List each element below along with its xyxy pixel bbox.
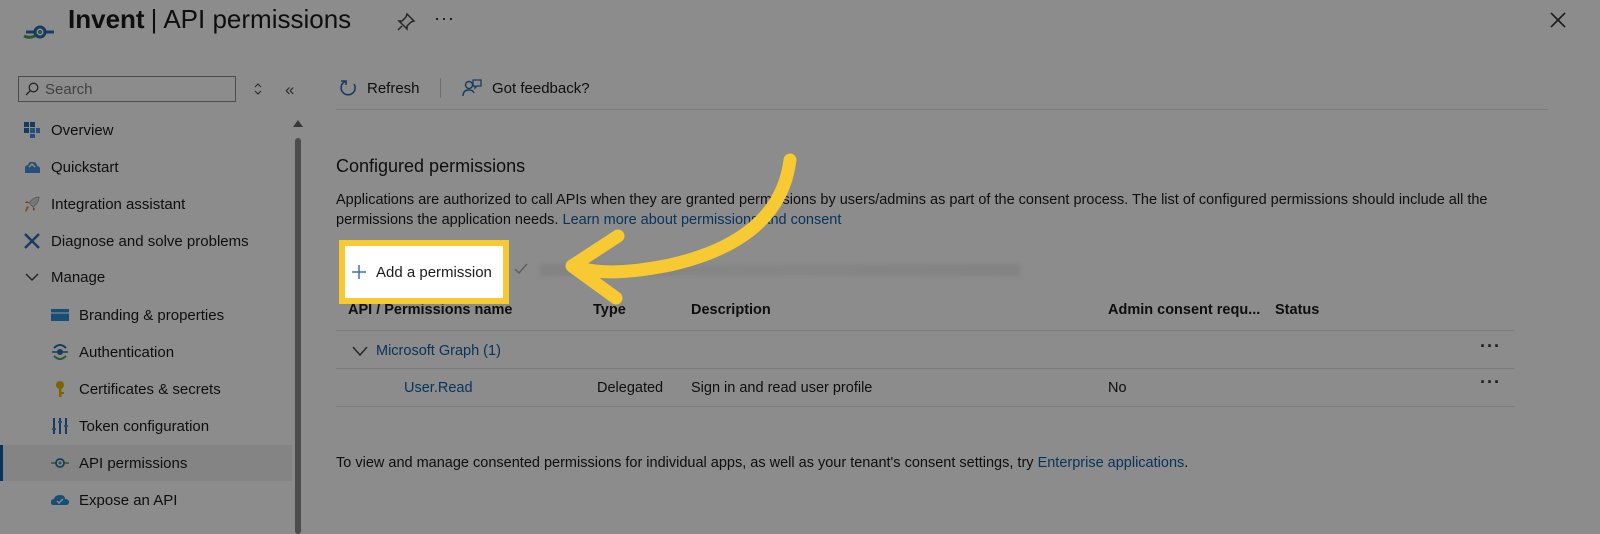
title-separator: | bbox=[150, 4, 158, 34]
feedback-label: Got feedback? bbox=[492, 79, 590, 97]
sidebar-item-token-configuration[interactable]: Token configuration bbox=[0, 408, 292, 444]
footer-text: To view and manage consented permissions… bbox=[336, 455, 1034, 471]
sidebar-item-label: Manage bbox=[51, 269, 106, 286]
learn-more-link[interactable]: Learn more about permissions and consent bbox=[563, 212, 842, 228]
sidebar-item-label: Quickstart bbox=[51, 159, 119, 176]
sidebar-item-expose-api[interactable]: Expose an API bbox=[0, 482, 292, 518]
sidebar-item-label: Diagnose and solve problems bbox=[51, 233, 249, 250]
plus-icon bbox=[352, 265, 366, 279]
sidebar-item-label: Integration assistant bbox=[51, 196, 186, 213]
sidebar-item-integration-assistant[interactable]: Integration assistant bbox=[0, 186, 292, 222]
sidebar-item-label: API permissions bbox=[79, 455, 188, 472]
enterprise-applications-link[interactable]: Enterprise applications bbox=[1038, 455, 1185, 471]
scroll-up-arrow-icon[interactable] bbox=[292, 118, 304, 128]
sidebar-item-label: Branding & properties bbox=[79, 307, 225, 324]
search-input[interactable] bbox=[45, 80, 225, 98]
sidebar-item-label: Overview bbox=[51, 122, 114, 139]
column-header-admin-consent[interactable]: Admin consent requ... bbox=[1108, 302, 1260, 318]
sidebar-item-branding[interactable]: Branding & properties bbox=[0, 297, 292, 333]
overview-grid-icon bbox=[24, 122, 40, 138]
sidebar-item-label: Certificates & secrets bbox=[79, 381, 221, 398]
permission-type: Delegated bbox=[597, 380, 664, 396]
permission-name-link[interactable]: User.Read bbox=[404, 380, 473, 396]
refresh-button[interactable]: Refresh bbox=[338, 76, 420, 100]
refresh-icon bbox=[340, 80, 356, 96]
sidebar-item-authentication[interactable]: Authentication bbox=[0, 334, 292, 370]
table-header-divider bbox=[336, 330, 1514, 331]
sidebar-item-overview[interactable]: Overview bbox=[0, 112, 292, 148]
table-row-divider bbox=[336, 368, 1514, 369]
footer-note: To view and manage consented permissions… bbox=[336, 455, 1188, 471]
close-icon[interactable] bbox=[1548, 10, 1568, 30]
branding-icon bbox=[51, 309, 69, 321]
table-group-row[interactable]: Microsoft Graph (1) ··· bbox=[348, 336, 1518, 366]
toolbar-separator bbox=[336, 109, 1548, 110]
app-name: Invent bbox=[68, 4, 145, 34]
row-more-icon[interactable]: ··· bbox=[1480, 372, 1501, 393]
group-more-icon[interactable]: ··· bbox=[1480, 336, 1501, 357]
collapse-sidebar-icon[interactable]: « bbox=[285, 80, 294, 100]
rocket-icon bbox=[25, 196, 40, 212]
table-bottom-divider bbox=[336, 406, 1514, 407]
key-icon bbox=[56, 381, 64, 397]
search-icon bbox=[25, 82, 39, 96]
app-logo-icon bbox=[23, 25, 54, 39]
section-description: Applications are authorized to call APIs… bbox=[336, 190, 1536, 230]
sidebar-item-label: Token configuration bbox=[79, 418, 210, 435]
column-header-api-name[interactable]: API / Permissions name bbox=[348, 302, 512, 318]
chevron-down-icon bbox=[25, 273, 39, 282]
api-group-link[interactable]: Microsoft Graph (1) bbox=[376, 343, 501, 359]
permission-description: Sign in and read user profile bbox=[691, 380, 873, 396]
column-header-status[interactable]: Status bbox=[1275, 302, 1319, 318]
sidebar-item-diagnose[interactable]: Diagnose and solve problems bbox=[0, 223, 292, 259]
wrench-icon bbox=[24, 233, 40, 249]
callout-arrow-icon bbox=[565, 153, 797, 305]
chevron-down-icon bbox=[352, 346, 368, 357]
admin-consent-value: No bbox=[1108, 380, 1127, 396]
sidebar-scrollbar[interactable] bbox=[295, 138, 301, 534]
description-text: Applications are authorized to call APIs… bbox=[336, 192, 1488, 228]
quickstart-cloud-icon bbox=[25, 161, 40, 173]
page-title: Invent | API permissions bbox=[68, 4, 351, 35]
sidebar-item-api-permissions[interactable]: API permissions bbox=[0, 445, 292, 481]
section-title: Configured permissions bbox=[336, 156, 526, 176]
column-header-type[interactable]: Type bbox=[593, 302, 626, 318]
cloud-icon bbox=[51, 495, 69, 505]
refresh-label: Refresh bbox=[367, 79, 420, 97]
add-permission-button[interactable]: Add a permission bbox=[339, 240, 509, 304]
add-permission-label: Add a permission bbox=[376, 263, 492, 281]
sidebar-group-manage[interactable]: Manage bbox=[0, 259, 292, 295]
more-options-icon[interactable]: ··· bbox=[434, 8, 455, 29]
sidebar-search[interactable] bbox=[18, 76, 236, 102]
sidebar-item-label: Authentication bbox=[79, 344, 175, 361]
page-name: API permissions bbox=[163, 4, 352, 34]
feedback-person-icon bbox=[462, 79, 482, 97]
sidebar-item-label: Expose an API bbox=[79, 492, 178, 509]
table-row: User.Read Delegated Sign in and read use… bbox=[336, 372, 1516, 402]
footer-period: . bbox=[1184, 455, 1189, 471]
feedback-button[interactable]: Got feedback? bbox=[462, 76, 590, 100]
blurred-toolbar-text bbox=[540, 264, 1020, 276]
pin-icon[interactable] bbox=[396, 12, 416, 32]
api-permissions-icon bbox=[51, 458, 69, 468]
sort-icon[interactable] bbox=[252, 82, 264, 96]
checkmark-icon bbox=[514, 262, 528, 275]
sidebar-item-quickstart[interactable]: Quickstart bbox=[0, 149, 292, 185]
toolbar-divider bbox=[440, 78, 441, 98]
column-header-description[interactable]: Description bbox=[691, 302, 771, 318]
sidebar-item-certificates[interactable]: Certificates & secrets bbox=[0, 371, 292, 407]
token-bars-icon bbox=[52, 418, 68, 434]
authentication-icon bbox=[52, 344, 68, 360]
